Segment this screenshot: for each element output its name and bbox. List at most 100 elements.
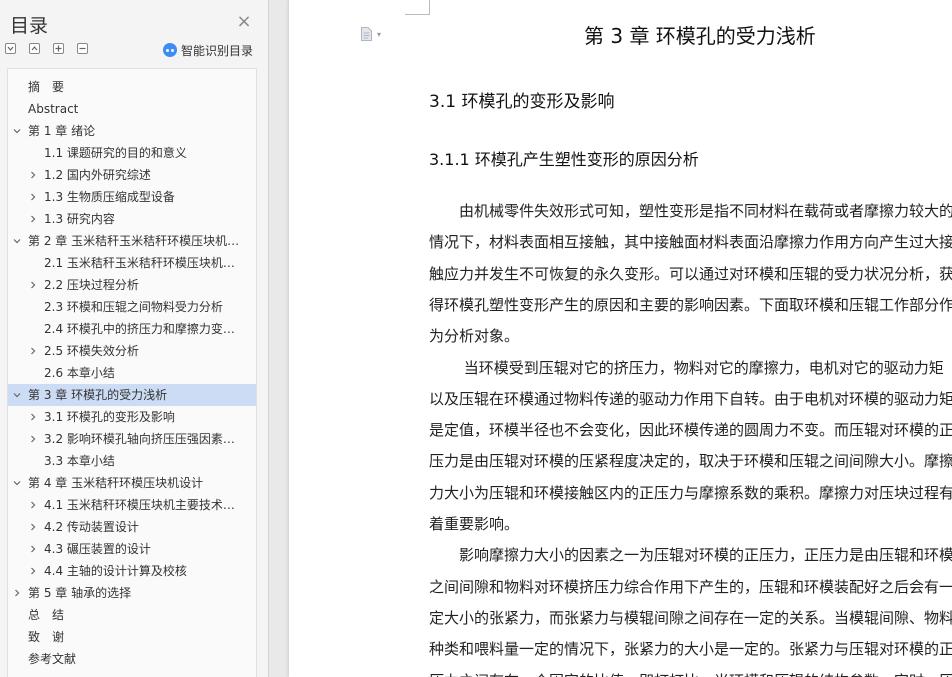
ai-icon [163,43,177,57]
text-line: 得环模孔塑性变形产生的原因和主要的影响因素。下面取环模和压辊工作部分作 [429,295,952,314]
chevron-right-icon[interactable] [29,545,37,553]
chevron-down-icon[interactable] [13,391,21,399]
toc-item-label: 第 1 章 绪论 [28,124,96,138]
toc-item-label: 致 谢 [28,630,65,644]
chevron-right-icon[interactable] [29,567,37,575]
toc-item[interactable]: 2.1 玉米秸秆玉米秸秆环模压块机的结构与工作原理 [8,252,256,274]
toc-item[interactable]: 1.3 研究内容 [8,208,256,230]
toc-item-label: 3.2 影响环模孔轴向挤压压强因素的分析 [44,432,236,446]
chevron-right-icon[interactable] [29,281,37,289]
chevron-right-icon[interactable] [29,435,37,443]
toc-item-label: 1.1 课题研究的目的和意义 [44,146,187,160]
toc-item[interactable]: 2.2 压块过程分析 [8,274,256,296]
toc-item[interactable]: 3.3 本章小结 [8,450,256,472]
toc-item-label: Abstract [28,102,79,116]
toc-item[interactable]: 第 3 章 环模孔的受力浅析 [8,384,256,406]
expand-all-icon[interactable] [5,43,16,54]
chevron-down-icon[interactable] [13,237,21,245]
remove-heading-icon[interactable] [77,43,88,54]
toc-item-label: 1.2 国内外研究综述 [44,168,151,182]
margin-corner-mark [405,14,429,15]
text-line: 种类和喂料量一定的情况下，张紧力的大小是一定的。张紧力与压辊对环模的正 [429,640,952,659]
toc-item-label: 3.3 本章小结 [44,454,115,468]
toc-item-label: 第 3 章 环模孔的受力浅析 [28,388,168,402]
toc-item[interactable]: 第 4 章 玉米秸秆环模压块机设计 [8,472,256,494]
chevron-right-icon[interactable] [13,589,21,597]
chevron-right-icon[interactable] [29,193,37,201]
toc-item-label: 4.1 玉米秸秆环模压块机主要技术参数的确定 [44,498,236,512]
toc-item[interactable]: 3.2 影响环模孔轴向挤压压强因素的分析 [8,428,256,450]
text-line: 力大小为压辊和环模接触区内的正压力与摩擦系数的乘积。摩擦力对压块过程有 [429,483,952,502]
collapse-all-icon[interactable] [29,43,40,54]
toc-item-label: 3.1 环模孔的变形及影响 [44,410,175,424]
toc-item-label: 2.3 环模和压辊之间物料受力分析 [44,300,223,314]
chevron-right-icon[interactable] [29,413,37,421]
close-icon[interactable]: × [235,13,253,31]
toc-item[interactable]: 总 结 [8,604,256,626]
chapter-title: 第 3 章 环模孔的受力浅析 [584,24,816,48]
text-line: 定大小的张紧力，而张紧力与模辊间隙之间存在一定的关系。当模辊间隙、物料 [429,608,952,627]
toc-title: 目录 [10,15,49,37]
toc-item[interactable]: 第 5 章 轴承的选择 [8,582,256,604]
text-line: 之间间隙和物料对环模挤压力综合作用下产生的，压辊和环模装配好之后会有一 [429,577,952,596]
chevron-down-icon[interactable] [13,479,21,487]
toc-item-label: 第 4 章 玉米秸秆环模压块机设计 [28,476,204,490]
toc-item[interactable]: 4.1 玉米秸秆环模压块机主要技术参数的确定 [8,494,256,516]
toc-item-label: 2.2 压块过程分析 [44,278,139,292]
toc-item-label: 4.4 主轴的设计计算及校核 [44,564,187,578]
page-outline-icon[interactable] [361,27,372,41]
text-line: 影响摩擦力大小的因素之一为压辊对环模的正压力，正压力是由压辊和环模 [429,546,952,565]
toc-item[interactable]: 4.3 碾压装置的设计 [8,538,256,560]
text-line: 当环模受到压辊对它的挤压力，物料对它的摩擦力，电机对它的驱动力矩 [429,358,944,377]
text-line: 压力之间存在一个固定的比值，即打打比，当环模和压辊的结构参数一定时，压 [429,671,952,677]
chevron-right-icon[interactable] [29,501,37,509]
toc-item[interactable]: 第 1 章 绪论 [8,120,256,142]
toc-item[interactable]: 2.4 环模孔中的挤压力和摩擦力变化规律 [8,318,256,340]
toc-item[interactable]: 致 谢 [8,626,256,648]
text-line: 以及压辊在环模通过物料传递的驱动力作用下自转。由于电机对环模的驱动力矩 [429,389,952,408]
toc-item[interactable]: 3.1 环模孔的变形及影响 [8,406,256,428]
toc-item-label: 第 2 章 玉米秸秆玉米秸秆环模压块机的作业过程及影响因素 [28,234,250,248]
section-title: 3.1 环模孔的变形及影响 [429,92,615,112]
text-line: 触应力并发生不可恢复的永久变形。可以通过对环模和压辊的受力状况分析，获 [429,264,952,283]
text-line: 着重要影响。 [429,515,520,533]
toc-item[interactable]: 1.2 国内外研究综述 [8,164,256,186]
subsection-title: 3.1.1 环模孔产生塑性变形的原因分析 [429,150,699,169]
chevron-down-icon[interactable] [13,127,21,135]
toc-item-label: 2.6 本章小结 [44,366,115,380]
toc-item[interactable]: Abstract [8,98,256,120]
toc-item[interactable]: 2.6 本章小结 [8,362,256,384]
toc-item-label: 1.3 生物质压缩成型设备 [44,190,175,204]
toc-item[interactable]: 1.1 课题研究的目的和意义 [8,142,256,164]
chevron-right-icon[interactable] [29,347,37,355]
document-area[interactable]: ▾ 第 3 章 环模孔的受力浅析 3.1 环模孔的变形及影响 3.1.1 环模孔… [269,0,952,677]
document-content[interactable]: 第 3 章 环模孔的受力浅析 3.1 环模孔的变形及影响 3.1.1 环模孔产生… [429,0,952,677]
chevron-right-icon[interactable] [29,215,37,223]
toc-item[interactable]: 第 2 章 玉米秸秆玉米秸秆环模压块机的作业过程及影响因素 [8,230,256,252]
toc-item[interactable]: 4.4 主轴的设计计算及校核 [8,560,256,582]
text-line: 压力是由压辊对环模的压紧程度决定的，取决于环模和压辊之间间隙大小。摩擦 [429,452,952,471]
text-line: 为分析对象。 [429,327,520,346]
toc-item-label: 4.2 传动装置设计 [44,520,139,534]
toc-item-label: 1.3 研究内容 [44,212,115,226]
toc-item[interactable]: 摘 要 [8,76,256,98]
chevron-right-icon[interactable] [29,523,37,531]
toc-item-label: 2.1 玉米秸秆玉米秸秆环模压块机的结构与工作原理 [44,256,236,270]
toc-item[interactable]: 4.2 传动装置设计 [8,516,256,538]
toc-item[interactable]: 2.3 环模和压辊之间物料受力分析 [8,296,256,318]
add-heading-icon[interactable] [53,43,64,54]
toc-item-label: 第 5 章 轴承的选择 [28,586,132,600]
toc-item-label: 总 结 [28,608,65,622]
toc-item[interactable]: 1.3 生物质压缩成型设备 [8,186,256,208]
smart-toc-button[interactable]: 智能识别目录 [163,42,253,58]
toc-toolbar: 智能识别目录 [5,43,265,59]
toc-item-label: 摘 要 [28,80,65,94]
text-line: 情况下，材料表面相互接触，其中接触面材料表面沿摩擦力作用方向产生过大接 [429,233,952,252]
toc-item-label: 4.3 碾压装置的设计 [44,542,151,556]
toc-list: 摘 要 Abstract 第 1 章 绪论 1.1 课题研究的目的和意义 1.2 国内外… [8,76,256,670]
chevron-right-icon[interactable] [29,171,37,179]
toc-item[interactable]: 2.5 环模失效分析 [8,340,256,362]
chevron-down-icon[interactable]: ▾ [377,30,381,39]
document-page: ▾ 第 3 章 环模孔的受力浅析 3.1 环模孔的变形及影响 3.1.1 环模孔… [289,0,952,677]
toc-item[interactable]: 参考文献 [8,648,256,670]
